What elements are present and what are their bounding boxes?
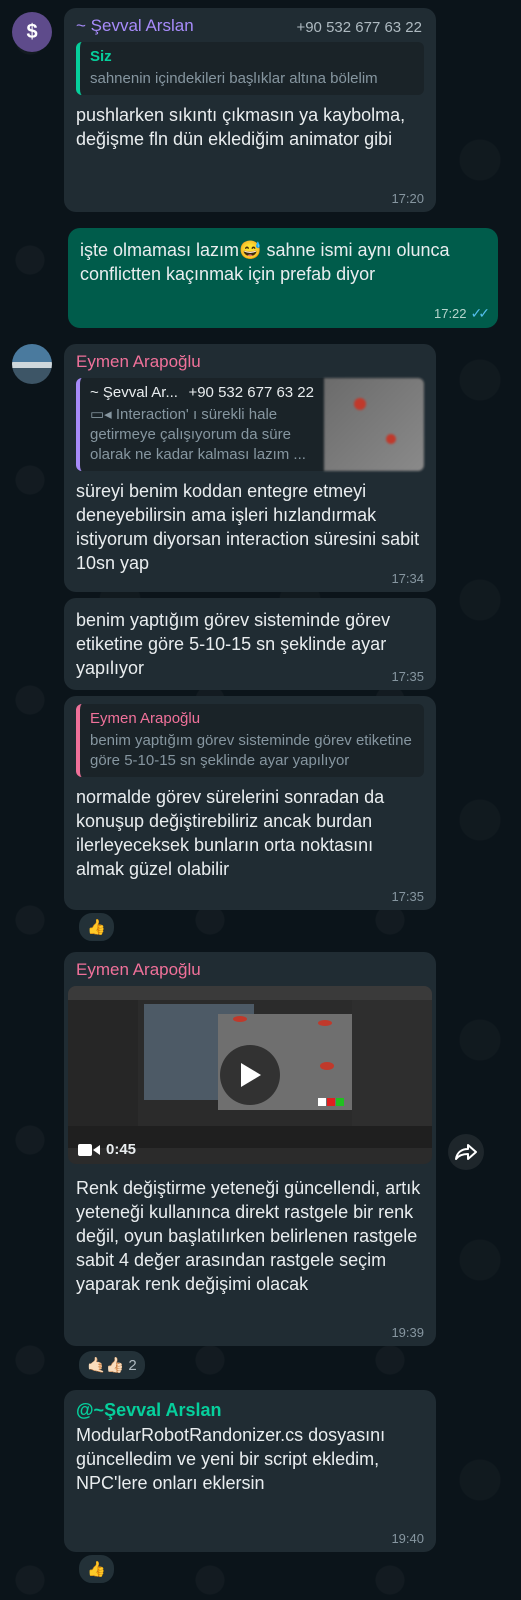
play-icon xyxy=(241,1063,261,1087)
call-me-and-thumbs-up-icon: 🤙🏻👍🏻 xyxy=(87,1357,125,1374)
message-time: 17:35 xyxy=(391,889,424,904)
mention-link[interactable]: @~Şevval Arslan xyxy=(76,1400,424,1421)
message-bubble[interactable]: ~ Şevval Arslan +90 532 677 63 22 Siz sa… xyxy=(64,8,436,212)
sender-name[interactable]: Eymen Arapoğlu xyxy=(76,960,424,980)
message-time: 17:35 xyxy=(391,669,424,684)
quote-author: Eymen Arapoğlu xyxy=(90,710,201,727)
thumbnail-mark xyxy=(354,398,366,410)
reply-quote[interactable]: ~ Şevval Ar... +90 532 677 63 22 ▭◂ Inte… xyxy=(76,378,424,471)
sender-name[interactable]: Eymen Arapoğlu xyxy=(76,352,424,372)
quote-text-body: Interaction' ı sürekli hale getirmeye ça… xyxy=(90,406,306,463)
quote-media-thumbnail xyxy=(324,378,424,471)
message-bubble[interactable]: Eymen Arapoğlu benim yaptığım görev sist… xyxy=(64,696,436,910)
reply-quote[interactable]: Eymen Arapoğlu benim yaptığım görev sist… xyxy=(76,704,424,777)
quote-header: ~ Şevval Ar... +90 532 677 63 22 xyxy=(90,384,314,405)
grinning-sweat-emoji-icon: 😅 xyxy=(239,240,262,260)
video-left-panel xyxy=(68,1000,138,1132)
message-time: 19:40 xyxy=(391,1531,424,1546)
video-top-bar xyxy=(68,986,432,1000)
message-text: benim yaptığım görev sisteminde görev et… xyxy=(76,610,391,678)
message-bubble[interactable]: Eymen Arapoğlu ~ Şevval Ar... +90 532 67… xyxy=(64,344,436,592)
message-time: 17:22 ✓✓ xyxy=(433,305,491,322)
forward-icon xyxy=(455,1144,477,1160)
thumbs-up-icon: 👍 xyxy=(87,919,106,936)
video-camera-icon: ▭◂ xyxy=(90,406,116,423)
quote-phone: +90 532 677 63 22 xyxy=(188,384,314,401)
duration-text: 0:45 xyxy=(106,1141,137,1158)
reaction-count: 2 xyxy=(128,1356,137,1374)
sender-avatar-sevval[interactable]: $ xyxy=(12,12,52,52)
message-time: 17:20 xyxy=(391,191,424,206)
message-time: 17:34 xyxy=(391,571,424,586)
video-red-mark xyxy=(233,1016,247,1022)
reaction-pill[interactable]: 🤙🏻👍🏻 2 xyxy=(78,1350,146,1380)
message-bubble[interactable]: Eymen Arapoğlu 0:45 Renk değiştirme yete… xyxy=(64,952,436,1346)
video-thumbnail[interactable]: 0:45 xyxy=(68,986,432,1164)
message-text: ModularRobotRandonizer.cs dosyasını günc… xyxy=(76,1425,386,1493)
message-time: 19:39 xyxy=(391,1325,424,1340)
play-button[interactable] xyxy=(220,1045,280,1105)
message-text: işte olmaması lazım😅 sahne ismi aynı olu… xyxy=(80,238,486,286)
double-check-icon: ✓✓ xyxy=(470,305,491,321)
video-green-mark xyxy=(336,1098,344,1106)
thumbs-up-icon: 👍 xyxy=(87,1561,106,1578)
message-text: pushlarken sıkıntı çıkmasın ya kaybolma,… xyxy=(76,105,406,149)
video-red-mark xyxy=(318,1020,332,1026)
message-text: normalde görev sürelerini sonradan da ko… xyxy=(76,787,385,879)
sender-avatar-eymen[interactable] xyxy=(12,344,52,384)
quote-text: benim yaptığım görev sisteminde görev et… xyxy=(90,732,412,769)
video-camera-icon xyxy=(78,1143,100,1156)
sender-phone: +90 532 677 63 22 xyxy=(296,19,422,36)
message-text-part: işte olmaması lazım xyxy=(80,240,240,260)
time-text: 17:22 xyxy=(433,306,467,321)
dollar-icon: $ xyxy=(26,20,38,43)
quote-author: Siz xyxy=(90,48,112,65)
video-right-panel xyxy=(352,1000,432,1132)
message-bubble-outgoing[interactable]: işte olmaması lazım😅 sahne ismi aynı olu… xyxy=(68,228,498,328)
quote-text: ▭◂ Interaction' ı sürekli hale getirmeye… xyxy=(90,405,314,465)
message-text: süreyi benim koddan entegre etmeyi deney… xyxy=(76,481,420,573)
quote-author: ~ Şevval Ar... xyxy=(90,384,178,401)
forward-button[interactable] xyxy=(448,1134,484,1170)
reply-quote[interactable]: Siz sahnenin içindekileri başlıklar altı… xyxy=(76,42,424,95)
quote-text: sahnenin içindekileri başlıklar altına b… xyxy=(90,70,378,87)
reaction-pill[interactable]: 👍 xyxy=(78,912,115,942)
message-bubble[interactable]: @~Şevval Arslan ModularRobotRandonizer.c… xyxy=(64,1390,436,1552)
video-red-mark xyxy=(320,1062,334,1070)
message-text: Renk değiştirme yeteneği güncellendi, ar… xyxy=(76,1178,421,1294)
thumbnail-mark xyxy=(386,434,396,444)
video-duration: 0:45 xyxy=(78,1141,136,1158)
reaction-pill[interactable]: 👍 xyxy=(78,1554,115,1584)
video-red-mark xyxy=(327,1098,335,1106)
message-bubble[interactable]: benim yaptığım görev sisteminde görev et… xyxy=(64,598,436,690)
video-white-mark xyxy=(318,1098,326,1106)
